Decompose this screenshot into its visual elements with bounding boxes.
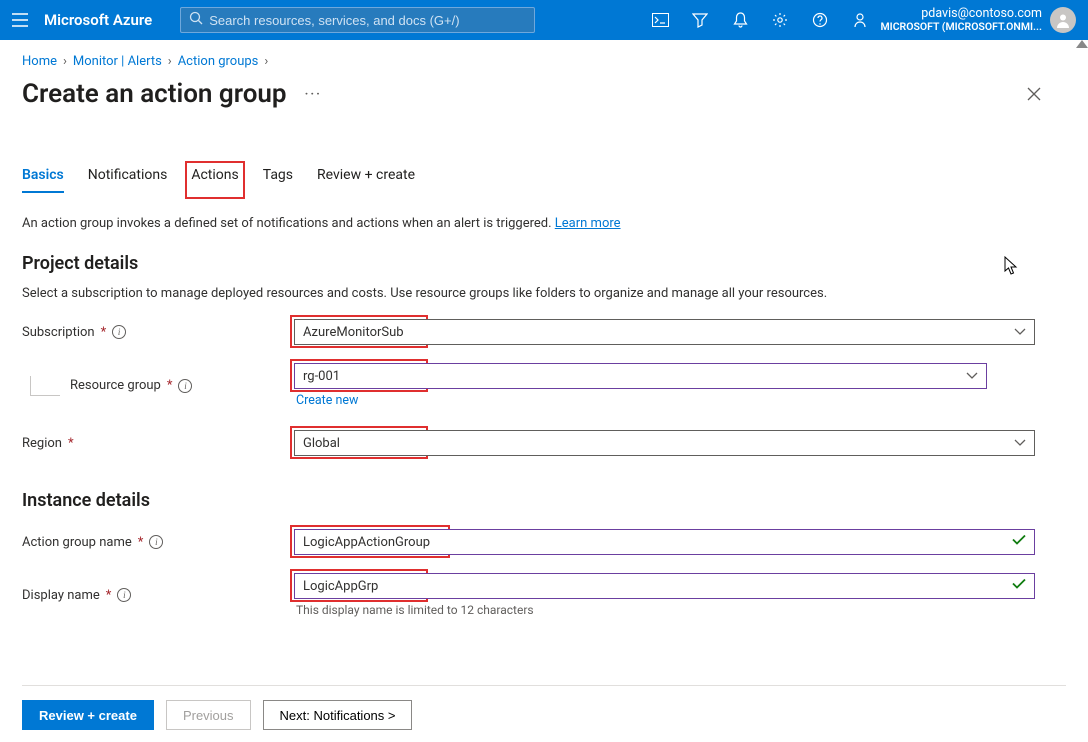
azure-topbar: Microsoft Azure pdavis@contoso.com MICR	[0, 0, 1088, 40]
review-create-button[interactable]: Review + create	[22, 700, 154, 730]
breadcrumb: Home › Monitor | Alerts › Action groups …	[22, 54, 1076, 69]
feedback-icon[interactable]	[840, 0, 880, 40]
resource-group-value: rg-001	[303, 369, 340, 384]
page-description: An action group invokes a defined set of…	[22, 216, 1076, 231]
close-blade-button[interactable]	[1020, 80, 1048, 108]
required-asterisk-icon: *	[101, 325, 107, 340]
create-new-rg-link[interactable]: Create new	[296, 393, 987, 408]
tab-actions[interactable]: Actions	[191, 167, 238, 193]
chevron-right-icon: ›	[63, 54, 67, 69]
wizard-tabs: Basics Notifications Actions Tags Review…	[22, 167, 1076, 194]
action-group-name-input[interactable]: LogicAppActionGroup	[294, 529, 1035, 555]
required-asterisk-icon: *	[138, 535, 144, 550]
chevron-down-icon	[1014, 328, 1026, 336]
project-details-desc: Select a subscription to manage deployed…	[22, 286, 1076, 301]
help-icon[interactable]	[800, 0, 840, 40]
region-label: Region	[22, 436, 62, 451]
chevron-down-icon	[966, 372, 978, 380]
notifications-bell-icon[interactable]	[720, 0, 760, 40]
instance-details-heading: Instance details	[22, 490, 1076, 511]
tab-tags[interactable]: Tags	[263, 167, 293, 193]
breadcrumb-home[interactable]: Home	[22, 54, 57, 69]
cloud-shell-icon[interactable]	[640, 0, 680, 40]
topbar-icon-group: pdavis@contoso.com MICROSOFT (MICROSOFT.…	[640, 0, 1080, 40]
account-menu[interactable]: pdavis@contoso.com MICROSOFT (MICROSOFT.…	[880, 7, 1080, 33]
info-icon[interactable]: i	[112, 325, 126, 339]
valid-checkmark-icon	[1012, 579, 1026, 594]
chevron-right-icon: ›	[264, 54, 268, 69]
account-tenant: MICROSOFT (MICROSOFT.ONMI...	[880, 21, 1042, 33]
tree-branch-icon	[30, 376, 60, 396]
page-title: Create an action group	[22, 79, 287, 109]
tab-review-create[interactable]: Review + create	[317, 167, 415, 193]
page-content: Home › Monitor | Alerts › Action groups …	[0, 40, 1076, 742]
chevron-down-icon	[1014, 439, 1026, 447]
required-asterisk-icon: *	[167, 378, 173, 393]
description-text: An action group invokes a defined set of…	[22, 216, 555, 231]
breadcrumb-action-groups[interactable]: Action groups	[178, 54, 259, 69]
title-more-menu[interactable]: ···	[305, 87, 322, 102]
wizard-footer: Review + create Previous Next: Notificat…	[22, 685, 1066, 730]
resource-group-dropdown[interactable]: rg-001	[294, 363, 987, 389]
directories-filter-icon[interactable]	[680, 0, 720, 40]
global-search-input[interactable]	[209, 13, 526, 28]
display-name-value: LogicAppGrp	[303, 579, 378, 594]
display-name-input[interactable]: LogicAppGrp	[294, 573, 1035, 599]
valid-checkmark-icon	[1012, 535, 1026, 550]
action-group-name-label: Action group name	[22, 535, 132, 550]
previous-button[interactable]: Previous	[166, 700, 251, 730]
info-icon[interactable]: i	[117, 588, 131, 602]
learn-more-link[interactable]: Learn more	[555, 216, 621, 231]
region-value: Global	[303, 436, 340, 451]
region-dropdown[interactable]: Global	[294, 430, 1035, 456]
global-search-box[interactable]	[180, 7, 535, 33]
required-asterisk-icon: *	[68, 436, 74, 451]
project-details-heading: Project details	[22, 253, 1076, 274]
info-icon[interactable]: i	[178, 379, 192, 393]
settings-gear-icon[interactable]	[760, 0, 800, 40]
subscription-label: Subscription	[22, 325, 95, 340]
brand-label[interactable]: Microsoft Azure	[44, 11, 152, 29]
tab-basics[interactable]: Basics	[22, 167, 64, 193]
display-name-helper: This display name is limited to 12 chara…	[296, 603, 1035, 617]
account-email: pdavis@contoso.com	[880, 7, 1042, 21]
search-icon	[189, 11, 203, 29]
scrollbar-up-arrow-icon[interactable]	[1076, 40, 1088, 48]
info-icon[interactable]: i	[149, 535, 163, 549]
breadcrumb-monitor-alerts[interactable]: Monitor | Alerts	[73, 54, 162, 69]
resource-group-label: Resource group	[70, 378, 161, 393]
next-button[interactable]: Next: Notifications >	[263, 700, 413, 730]
chevron-right-icon: ›	[168, 54, 172, 69]
tab-notifications[interactable]: Notifications	[88, 167, 168, 193]
subscription-dropdown[interactable]: AzureMonitorSub	[294, 319, 1035, 345]
hamburger-menu-button[interactable]	[0, 0, 40, 40]
avatar	[1050, 7, 1076, 33]
subscription-value: AzureMonitorSub	[303, 325, 404, 340]
action-group-name-value: LogicAppActionGroup	[303, 535, 430, 550]
required-asterisk-icon: *	[106, 588, 112, 603]
display-name-label: Display name	[22, 588, 100, 603]
